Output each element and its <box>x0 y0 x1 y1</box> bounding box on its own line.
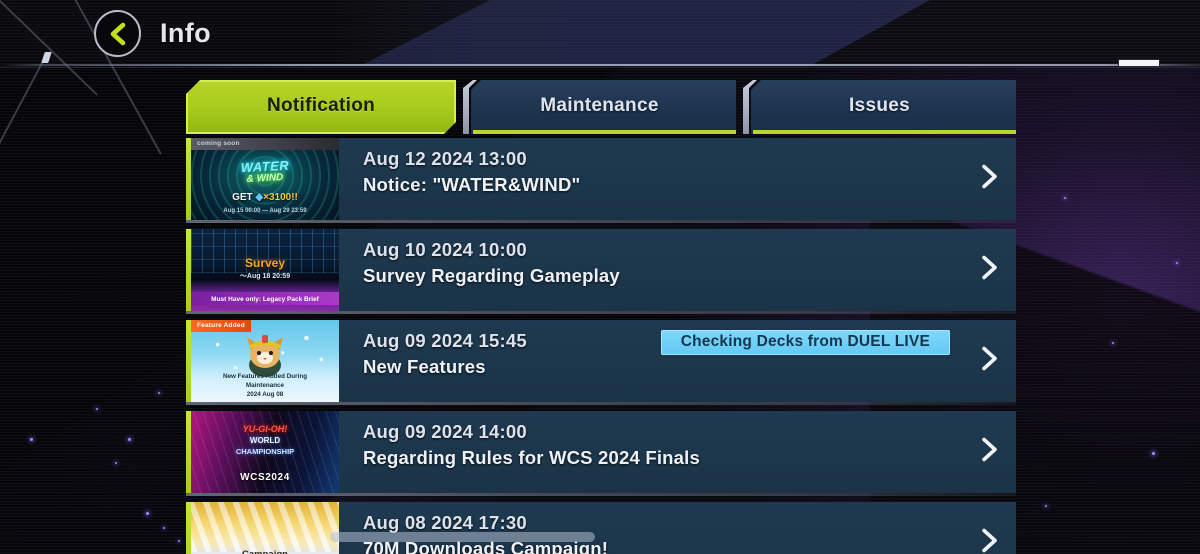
list-item-date: Aug 12 2024 13:00 <box>363 148 527 169</box>
background-particle <box>163 527 165 529</box>
thumbnail-caption-line3: 2024 Aug 08 <box>246 391 284 399</box>
tab-maintenance-label: Maintenance <box>540 95 659 116</box>
chevron-right-icon[interactable] <box>978 436 1000 469</box>
background-particle <box>178 540 180 542</box>
thumbnail-dates: Aug 15 00:00 — Aug 29 23:59 <box>223 208 307 214</box>
tab-notification-label: Notification <box>266 95 376 116</box>
list-item-title: Regarding Rules for WCS 2024 Finals <box>363 447 700 468</box>
chevron-right-icon[interactable] <box>978 163 1000 196</box>
background-particle <box>128 438 131 441</box>
thumbnail-logo-line3: CHAMPIONSHIP <box>235 447 295 456</box>
tab-bar: Notification Maintenance Issues <box>186 80 1016 134</box>
header-divider-line-shadow <box>0 67 1200 68</box>
thumbnail-reward-amount: ×3100!! <box>263 192 298 203</box>
list-item[interactable]: Survey ～Aug 18 20:59 Must Have only: Leg… <box>186 229 1016 314</box>
page-title: Info <box>160 18 212 48</box>
list-item-thumbnail: Campaign <box>191 502 339 554</box>
list-item-title: Survey Regarding Gameplay <box>363 265 620 286</box>
thumbnail-caption-line2: Maintenance <box>245 382 285 390</box>
background-particle <box>1152 452 1155 455</box>
list-item-body: Aug 08 2024 17:30 70M Downloads Campaign… <box>339 502 1016 554</box>
thumbnail-tag: Feature Added <box>191 320 251 332</box>
list-item-edge <box>186 402 1016 405</box>
list-item-edge <box>186 220 1016 223</box>
thumbnail-heading: Survey <box>244 256 286 270</box>
list-item[interactable]: coming soon WATER & WIND GET ◆×3100!! Au… <box>186 138 1016 223</box>
list-item-body: Aug 10 2024 10:00 Survey Regarding Gamep… <box>339 229 1016 311</box>
background-particle <box>1176 262 1178 264</box>
thumbnail-caption: New Features Added During Maintenance 20… <box>191 372 339 399</box>
thumbnail-rays <box>191 502 339 552</box>
tab-issues[interactable]: Issues <box>743 80 1016 134</box>
list-item-thumbnail: Survey ～Aug 18 20:59 Must Have only: Leg… <box>191 229 339 311</box>
thumbnail-reward: GET ◆×3100!! <box>191 192 339 204</box>
list-item-edge <box>186 311 1016 314</box>
background-particle <box>1112 342 1114 344</box>
list-item-thumbnail: coming soon WATER & WIND GET ◆×3100!! Au… <box>191 138 339 220</box>
tab-issues-label: Issues <box>849 95 910 116</box>
thumbnail-caption: WCS2024 <box>240 472 290 483</box>
header-bar: Info <box>0 0 1200 67</box>
status-badge: Checking Decks from DUEL LIVE <box>660 330 950 355</box>
thumbnail-subtext: ～Aug 18 20:59 <box>239 273 291 280</box>
list-item-date: Aug 10 2024 10:00 <box>363 239 527 260</box>
thumbnail-tag: coming soon <box>191 138 339 150</box>
thumbnail-logo-line2: WORLD <box>249 436 281 445</box>
chevron-right-icon[interactable] <box>978 254 1000 287</box>
list-item-body: Aug 09 2024 15:45 New Features Checking … <box>339 320 1016 402</box>
background-particle <box>96 408 98 410</box>
list-item-body: Aug 12 2024 13:00 Notice: "WATER&WIND" <box>339 138 1016 220</box>
back-button[interactable] <box>94 10 141 57</box>
background-particle <box>30 438 33 441</box>
tab-maintenance[interactable]: Maintenance <box>463 80 736 134</box>
tab-notification[interactable]: Notification <box>186 80 456 134</box>
thumbnail-caption: Campaign <box>191 550 339 554</box>
thumbnail-reward-prefix: GET <box>232 192 253 203</box>
background-particle <box>1064 197 1066 199</box>
thumbnail-logo-line1: YU-GI-OH! <box>242 424 288 434</box>
scroll-indicator[interactable] <box>330 532 595 542</box>
chevron-left-icon <box>107 22 129 46</box>
list-item[interactable]: Campaign Aug 08 2024 17:30 70M Downloads… <box>186 502 1016 554</box>
top-right-indicator <box>1118 59 1160 67</box>
list-item[interactable]: Feature Added New Features Added During … <box>186 320 1016 405</box>
list-item-date: Aug 09 2024 14:00 <box>363 421 527 442</box>
list-item[interactable]: YU-GI-OH! WORLD CHAMPIONSHIP WCS2024 Aug… <box>186 411 1016 496</box>
list-item-title: Notice: "WATER&WIND" <box>363 174 581 195</box>
list-item-thumbnail: YU-GI-OH! WORLD CHAMPIONSHIP WCS2024 <box>191 411 339 493</box>
list-item-date: Aug 08 2024 17:30 <box>363 512 527 533</box>
list-item-edge <box>186 493 1016 496</box>
background-particle <box>158 392 160 394</box>
gem-icon: ◆ <box>255 192 264 203</box>
list-item-body: Aug 09 2024 14:00 Regarding Rules for WC… <box>339 411 1016 493</box>
list-item-title: New Features <box>363 356 486 377</box>
thumbnail-footer-text: Must Have only: Legacy Pack Brief <box>211 296 319 304</box>
thumbnail-caption-line1: New Features Added During <box>222 373 308 380</box>
background-particle <box>1045 505 1047 507</box>
chevron-right-icon[interactable] <box>978 527 1000 554</box>
background-particle <box>146 512 149 515</box>
chevron-right-icon[interactable] <box>978 345 1000 378</box>
list-item-thumbnail: Feature Added New Features Added During … <box>191 320 339 402</box>
notification-list[interactable]: coming soon WATER & WIND GET ◆×3100!! Au… <box>186 138 1016 554</box>
background-particle <box>115 462 117 464</box>
